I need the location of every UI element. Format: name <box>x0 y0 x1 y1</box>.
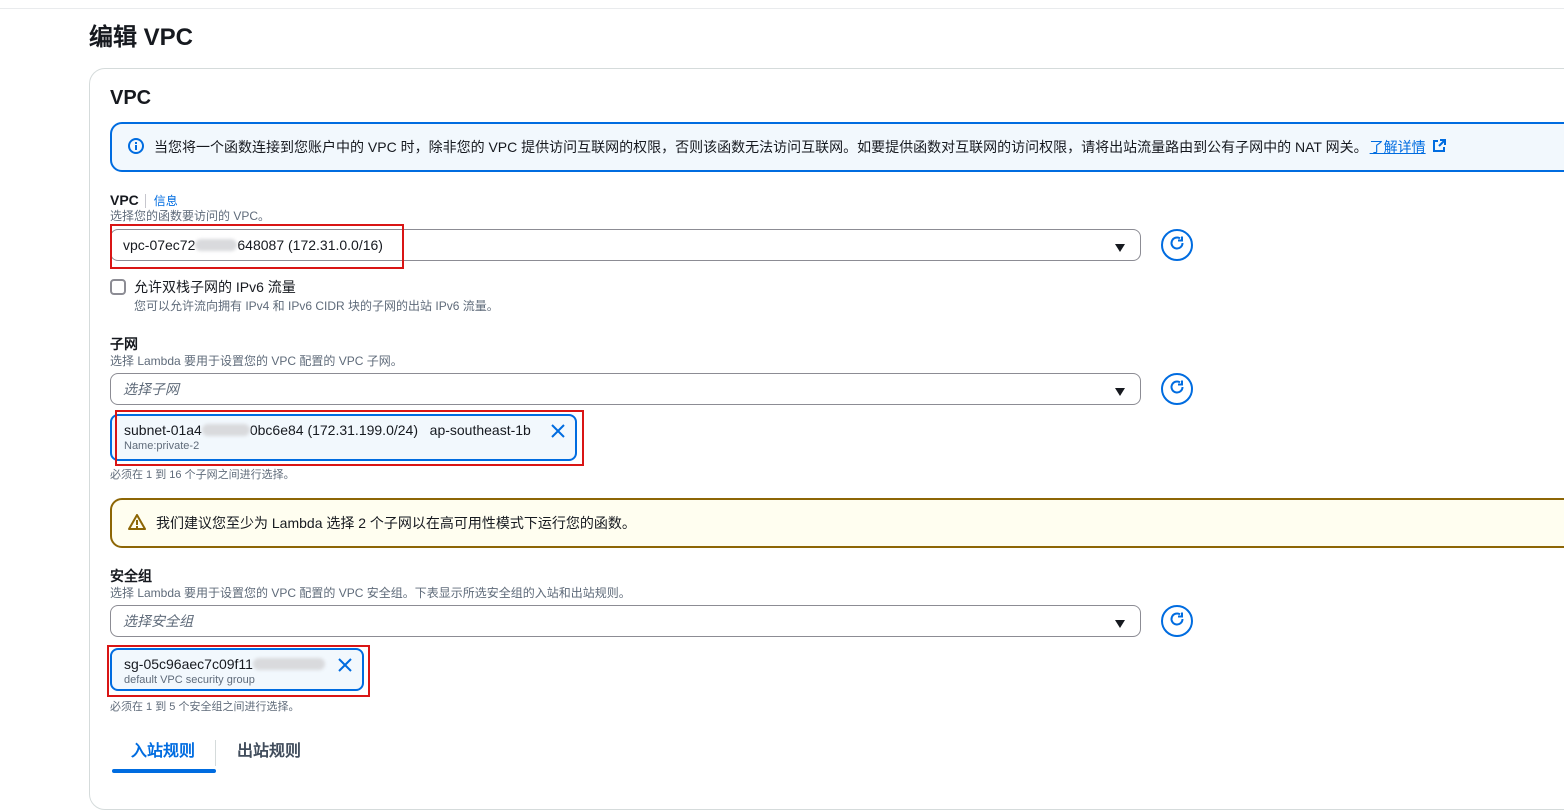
warning-alert-message: 我们建议您至少为 Lambda 选择 2 个子网以在高可用性模式下运行您的函数。 <box>156 515 636 531</box>
external-link-icon[interactable] <box>1432 138 1446 156</box>
subnet-select[interactable]: 选择子网 <box>110 373 1141 405</box>
subnet-label: 子网 <box>110 336 138 352</box>
page-title: 编辑 VPC <box>89 24 194 51</box>
vpc-label-text: VPC <box>110 192 139 208</box>
subnet-hint: 必须在 1 到 16 个子网之间进行选择。 <box>110 469 295 481</box>
refresh-icon <box>1169 235 1185 256</box>
subnet-placeholder: 选择子网 <box>123 381 179 397</box>
vpc-info-link[interactable]: 信息 <box>144 194 178 208</box>
security-group-hint: 必须在 1 到 5 个安全组之间进行选择。 <box>110 701 300 713</box>
highlight-box-vpc <box>110 224 404 269</box>
learn-more-link[interactable]: 了解详情 <box>1370 137 1426 157</box>
ipv6-checkbox[interactable] <box>110 279 126 295</box>
highlight-box-security-group <box>107 645 370 697</box>
tab-active-indicator <box>112 769 216 773</box>
caret-down-icon <box>1114 616 1126 632</box>
vpc-refresh-button[interactable] <box>1161 229 1193 261</box>
caret-down-icon <box>1114 240 1126 256</box>
info-alert-message: 当您将一个函数连接到您账户中的 VPC 时，除非您的 VPC 提供访问互联网的权… <box>154 139 1368 155</box>
info-icon <box>128 137 144 157</box>
vpc-description: 选择您的函数要访问的 VPC。 <box>110 209 271 223</box>
tab-inbound-rules[interactable]: 入站规则 <box>131 742 195 762</box>
highlight-box-subnet <box>115 410 584 466</box>
tab-outbound-rules[interactable]: 出站规则 <box>237 742 301 762</box>
security-group-placeholder: 选择安全组 <box>123 613 193 629</box>
security-group-refresh-button[interactable] <box>1161 605 1193 637</box>
ipv6-description: 您可以允许流向拥有 IPv4 和 IPv6 CIDR 块的子网的出站 IPv6 … <box>134 299 499 313</box>
security-group-label: 安全组 <box>110 568 152 584</box>
refresh-icon <box>1169 611 1185 632</box>
warning-icon <box>128 513 146 533</box>
security-group-description: 选择 Lambda 要用于设置您的 VPC 配置的 VPC 安全组。下表显示所选… <box>110 586 631 600</box>
subnet-refresh-button[interactable] <box>1161 373 1193 405</box>
info-alert: 当您将一个函数连接到您账户中的 VPC 时，除非您的 VPC 提供访问互联网的权… <box>110 122 1564 172</box>
section-title: VPC <box>110 87 152 109</box>
warning-alert: 我们建议您至少为 Lambda 选择 2 个子网以在高可用性模式下运行您的函数。 <box>110 498 1564 548</box>
refresh-icon <box>1169 379 1185 400</box>
tab-divider <box>215 740 216 766</box>
security-group-select[interactable]: 选择安全组 <box>110 605 1141 637</box>
caret-down-icon <box>1114 384 1126 400</box>
ipv6-label: 允许双栈子网的 IPv6 流量 <box>134 279 296 295</box>
top-divider <box>0 8 1564 9</box>
subnet-description: 选择 Lambda 要用于设置您的 VPC 配置的 VPC 子网。 <box>110 354 403 368</box>
